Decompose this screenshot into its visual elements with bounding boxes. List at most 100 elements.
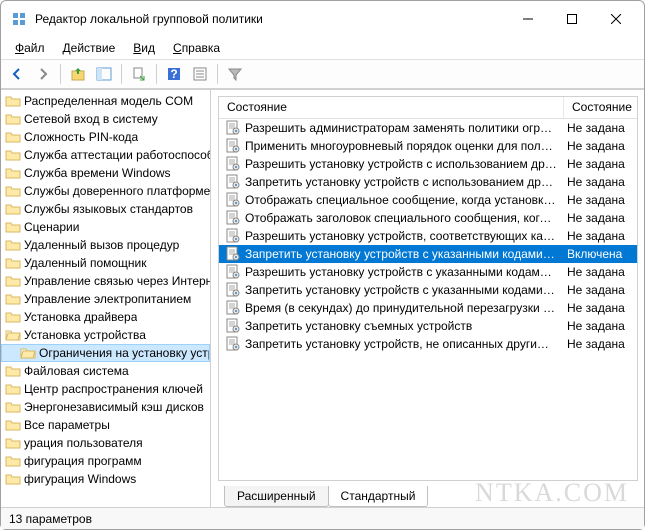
list-row[interactable]: Разрешить установку устройств, соответст…: [219, 227, 637, 245]
filter-button[interactable]: [223, 62, 247, 86]
policy-icon: [225, 300, 241, 316]
maximize-button[interactable]: [550, 4, 594, 34]
policy-state: Не задана: [563, 265, 637, 279]
tree-item-label: Установка устройства: [24, 328, 146, 342]
tree-item[interactable]: Распределенная модель COM: [1, 92, 210, 110]
list-row[interactable]: Запретить установку устройств, не описан…: [219, 335, 637, 353]
forward-button[interactable]: [31, 62, 55, 86]
folder-icon: [5, 237, 21, 253]
tree-item-label: Служба времени Windows: [24, 166, 171, 180]
tree-item[interactable]: Удаленный вызов процедур: [1, 236, 210, 254]
tree-item[interactable]: Энергонезависимый кэш дисков: [1, 398, 210, 416]
tree-item-label: Центр распространения ключей: [24, 382, 203, 396]
folder-icon: [5, 327, 21, 343]
policy-name: Отображать специальное сообщение, когда …: [245, 193, 563, 207]
policy-icon: [225, 264, 241, 280]
tree-item[interactable]: Все параметры: [1, 416, 210, 434]
tree-item[interactable]: Установка драйвера: [1, 308, 210, 326]
policy-name: Применить многоуровневый порядок оценки …: [245, 139, 563, 153]
list-body[interactable]: Разрешить администраторам заменять полит…: [219, 119, 637, 480]
tree-item[interactable]: Сложность PIN-кода: [1, 128, 210, 146]
list-row[interactable]: Отображать специальное сообщение, когда …: [219, 191, 637, 209]
policy-name: Запретить установку устройств с использо…: [245, 175, 563, 189]
tree-item-label: Ограничения на установку устройств: [39, 346, 209, 360]
menu-view[interactable]: Вид: [125, 39, 163, 57]
tree-item[interactable]: Службы доверенного платформенного модуля: [1, 182, 210, 200]
tree-item[interactable]: фигурация Windows: [1, 470, 210, 488]
list-row[interactable]: Применить многоуровневый порядок оценки …: [219, 137, 637, 155]
toolbar: ?: [1, 59, 644, 89]
tree-item[interactable]: Удаленный помощник: [1, 254, 210, 272]
list-row[interactable]: Запретить установку съемных устройствНе …: [219, 317, 637, 335]
list-row[interactable]: Запретить установку устройств с указанны…: [219, 245, 637, 263]
policy-name: Запретить установку съемных устройств: [245, 319, 563, 333]
policy-name: Разрешить установку устройств, соответст…: [245, 229, 563, 243]
tree-item-label: урация пользователя: [24, 436, 143, 450]
policy-name: Разрешить установку устройств с указанны…: [245, 265, 563, 279]
policy-state: Включена: [563, 247, 637, 261]
folder-icon: [5, 111, 21, 127]
tree-item[interactable]: Управление связью через Интернет: [1, 272, 210, 290]
tree-item-label: Распределенная модель COM: [24, 94, 193, 108]
folder-icon: [5, 201, 21, 217]
help-button[interactable]: ?: [162, 62, 186, 86]
tree-item[interactable]: Сетевой вход в систему: [1, 110, 210, 128]
tree-item[interactable]: Сценарии: [1, 218, 210, 236]
menu-file[interactable]: Файл: [7, 39, 53, 57]
tree-item-label: Сложность PIN-кода: [24, 130, 138, 144]
list-row[interactable]: Разрешить администраторам заменять полит…: [219, 119, 637, 137]
content: Распределенная модель COM Сетевой вход в …: [1, 89, 644, 507]
tree-item[interactable]: Службы языковых стандартов: [1, 200, 210, 218]
column-state[interactable]: Состояние: [563, 97, 637, 118]
tree-item[interactable]: Управление электропитанием: [1, 290, 210, 308]
list-row[interactable]: Время (в секундах) до принудительной пер…: [219, 299, 637, 317]
list-row[interactable]: Разрешить установку устройств с указанны…: [219, 263, 637, 281]
minimize-button[interactable]: [506, 4, 550, 34]
folder-icon: [5, 273, 21, 289]
show-tree-button[interactable]: [92, 62, 116, 86]
tree-item[interactable]: Файловая система: [1, 362, 210, 380]
tree-item[interactable]: Установка устройства: [1, 326, 210, 344]
menu-action[interactable]: Действие: [55, 39, 124, 57]
folder-icon: [20, 345, 36, 361]
policy-name: Запретить установку устройств, не описан…: [245, 337, 563, 351]
tree-item[interactable]: фигурация программ: [1, 452, 210, 470]
column-name[interactable]: Состояние: [219, 97, 563, 118]
tab-extended[interactable]: Расширенный: [224, 486, 329, 507]
folder-icon: [5, 183, 21, 199]
list-row[interactable]: Разрешить установку устройств с использо…: [219, 155, 637, 173]
menu-help[interactable]: Справка: [165, 39, 228, 57]
list-header: Состояние Состояние: [219, 97, 637, 119]
list-row[interactable]: Запретить установку устройств с указанны…: [219, 281, 637, 299]
list-row[interactable]: Запретить установку устройств с использо…: [219, 173, 637, 191]
policy-icon: [225, 318, 241, 334]
tree-item[interactable]: Центр распространения ключей: [1, 380, 210, 398]
folder-icon: [5, 291, 21, 307]
folder-icon: [5, 435, 21, 451]
back-button[interactable]: [5, 62, 29, 86]
titlebar: Редактор локальной групповой политики: [1, 1, 644, 37]
up-button[interactable]: [66, 62, 90, 86]
policy-state: Не задана: [563, 175, 637, 189]
policy-state: Не задана: [563, 301, 637, 315]
tree-item-label: Файловая система: [24, 364, 129, 378]
tab-standard[interactable]: Стандартный: [328, 486, 429, 507]
policy-state: Не задана: [563, 139, 637, 153]
close-button[interactable]: [594, 4, 638, 34]
tree-item[interactable]: Ограничения на установку устройств: [1, 344, 210, 362]
policy-state: Не задана: [563, 121, 637, 135]
properties-button[interactable]: [188, 62, 212, 86]
folder-icon: [5, 129, 21, 145]
tree-item[interactable]: урация пользователя: [1, 434, 210, 452]
tree-item[interactable]: Служба времени Windows: [1, 164, 210, 182]
tree-pane[interactable]: Распределенная модель COM Сетевой вход в …: [1, 90, 211, 507]
policy-icon: [225, 174, 241, 190]
tree-item[interactable]: Служба аттестации работоспособности: [1, 146, 210, 164]
export-button[interactable]: [127, 62, 151, 86]
tree-item-label: Сценарии: [24, 220, 79, 234]
policy-state: Не задана: [563, 229, 637, 243]
list-row[interactable]: Отображать заголовок специального сообще…: [219, 209, 637, 227]
app-icon: [11, 11, 27, 27]
menubar: Файл Действие Вид Справка: [1, 37, 644, 59]
policy-state: Не задана: [563, 319, 637, 333]
